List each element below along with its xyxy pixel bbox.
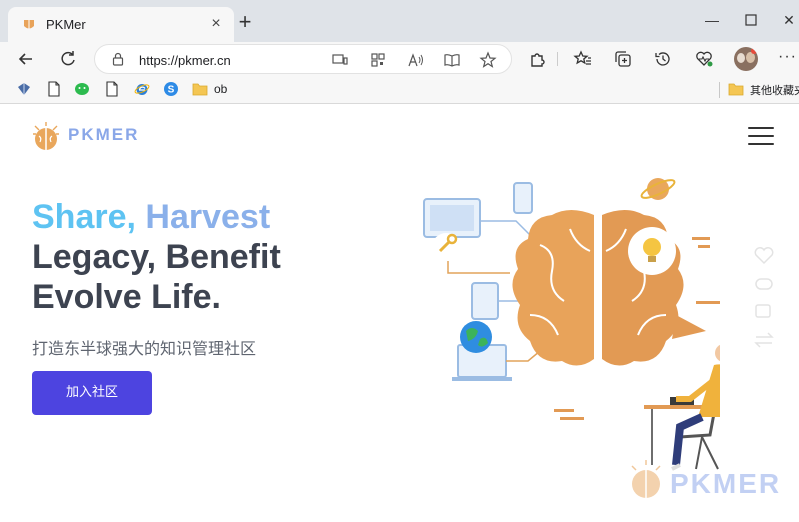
address-bar[interactable]: https://pkmer.cn <box>94 44 512 74</box>
folder-icon[interactable] <box>728 81 744 97</box>
toolbar-divider <box>557 52 558 66</box>
file-icon[interactable] <box>104 81 120 97</box>
hero-line-1: Share, Harvest <box>32 197 270 237</box>
ie-icon[interactable] <box>134 81 150 97</box>
address-url[interactable]: https://pkmer.cn <box>139 53 231 68</box>
extensions-icon[interactable] <box>527 49 547 69</box>
tab-pkmer[interactable]: PKMer × <box>8 7 234 42</box>
reading-view-icon[interactable] <box>443 51 461 69</box>
file-icon[interactable] <box>46 81 62 97</box>
other-bookmarks-label[interactable]: 其他收藏夹 <box>750 82 799 98</box>
hero-harvest: Harvest <box>145 198 271 236</box>
s-icon[interactable]: S <box>163 81 179 97</box>
hamburger-menu-icon[interactable] <box>748 127 774 145</box>
hero-subtitle: 打造东半球强大的知识管理社区 <box>32 339 257 358</box>
pkmer-logo-icon[interactable] <box>31 122 61 152</box>
logo-text[interactable]: PKMER <box>68 125 139 145</box>
wechat-icon[interactable] <box>74 81 90 97</box>
side-toolbar-icons <box>754 247 774 348</box>
bookmark-label-ob[interactable]: ob <box>214 82 227 96</box>
web-page: PKMER Share, Harvest Legacy, Benefit Evo… <box>0 105 799 522</box>
bookmark-divider <box>719 82 720 98</box>
new-tab-button[interactable]: + <box>234 11 256 34</box>
svg-text:S: S <box>168 85 175 96</box>
lock-icon[interactable] <box>111 52 125 66</box>
minimize-icon[interactable]: — <box>702 12 722 28</box>
app-icon[interactable] <box>16 81 32 97</box>
profile-avatar[interactable] <box>734 47 758 71</box>
hero-line-3: Evolve Life. <box>32 278 221 316</box>
tab-title: PKMer <box>46 17 86 32</box>
hero-share: Share, <box>32 198 146 236</box>
read-aloud-icon[interactable] <box>407 51 425 69</box>
qr-code-icon[interactable] <box>369 51 387 69</box>
favorite-star-icon[interactable] <box>479 51 497 69</box>
pkmer-watermark-text: PKMER <box>670 468 782 499</box>
back-arrow-icon[interactable] <box>16 49 36 69</box>
app-available-icon[interactable] <box>331 51 349 69</box>
refresh-icon[interactable] <box>58 49 78 69</box>
pkmer-icon <box>24 20 34 29</box>
tab-close-icon[interactable]: × <box>208 16 224 32</box>
history-icon[interactable] <box>653 49 673 69</box>
window-close-icon[interactable]: ✕ <box>779 12 799 28</box>
browser-essentials-icon[interactable] <box>694 49 714 69</box>
browser-toolbar: https://pkmer.cn ··· <box>0 42 799 76</box>
bookmarks-bar: S ob 其他收藏夹 <box>0 76 799 104</box>
favorites-icon[interactable] <box>573 49 593 69</box>
hero-line-2: Legacy, Benefit <box>32 238 281 276</box>
brain-illustration <box>423 163 720 471</box>
more-menu-icon[interactable]: ··· <box>778 48 797 66</box>
folder-icon[interactable] <box>192 81 208 97</box>
collections-icon[interactable] <box>613 49 633 69</box>
join-community-button[interactable]: 加入社区 <box>32 371 152 415</box>
tab-strip: PKMer × + — ✕ <box>0 0 799 42</box>
maximize-icon[interactable] <box>741 12 761 28</box>
